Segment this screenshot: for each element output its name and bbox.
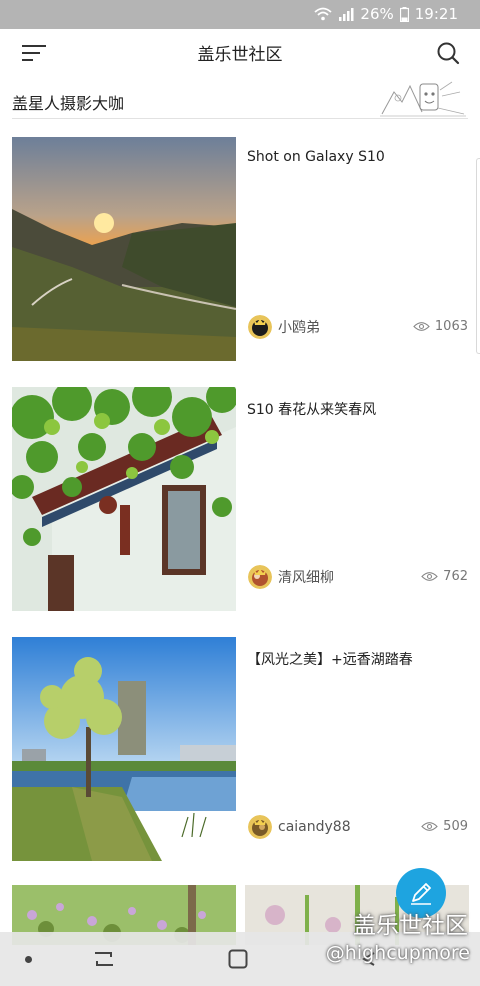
page-title: 盖乐世社区 (197, 45, 283, 65)
view-count: 762 (421, 569, 468, 584)
avatar (248, 815, 272, 839)
scroll-indicator[interactable] (476, 158, 480, 354)
author-name: 小鸥弟 (278, 320, 320, 336)
watermark-brand: 盖乐世社区 (353, 913, 468, 939)
section-title: 盖星人摄影大咖 (12, 94, 125, 113)
wifi-icon (314, 7, 333, 21)
author-name: 清风细柳 (278, 570, 334, 586)
post-author[interactable]: caiandy88 (248, 815, 351, 839)
battery-level: 26% (360, 5, 394, 23)
home-button[interactable] (228, 949, 248, 973)
app-header: 盖乐世社区 (0, 29, 480, 75)
post-card[interactable]: S10 春花从来笑春风 清风细柳 762 (12, 387, 480, 611)
watermark-handle: @highcupmore (325, 942, 470, 964)
home-icon (228, 949, 248, 969)
signal-icon (338, 7, 354, 21)
doodle-illustration (380, 78, 466, 118)
view-count-value: 762 (443, 569, 468, 584)
post-thumbnail[interactable] (12, 137, 236, 361)
recents-icon (95, 952, 113, 966)
post-thumbnail[interactable] (12, 387, 236, 611)
status-icons: 26% 19:21 (314, 5, 458, 23)
clock: 19:21 (414, 5, 458, 23)
eye-icon (413, 322, 430, 331)
post-author[interactable]: 小鸥弟 (248, 315, 320, 339)
post-author[interactable]: 清风细柳 (248, 565, 334, 589)
status-bar: 26% 19:21 (0, 0, 480, 29)
post-card[interactable]: 【风光之美】+远香湖踏春 caiandy88 509 (12, 637, 480, 861)
avatar (248, 565, 272, 589)
avatar (248, 315, 272, 339)
search-icon (437, 42, 460, 65)
view-count: 509 (421, 819, 468, 834)
battery-icon (399, 6, 409, 22)
recents-button[interactable] (93, 949, 115, 973)
eye-icon (421, 822, 438, 831)
view-count: 1063 (413, 319, 468, 334)
post-thumbnail[interactable] (12, 637, 236, 861)
post-title[interactable]: S10 春花从来笑春风 (247, 399, 376, 419)
view-count-value: 509 (443, 819, 468, 834)
nav-dot-icon[interactable] (25, 956, 32, 963)
divider (12, 118, 468, 119)
post-title[interactable]: Shot on Galaxy S10 (247, 149, 385, 165)
pencil-icon (411, 883, 431, 905)
eye-icon (421, 572, 438, 581)
search-button[interactable] (436, 41, 460, 65)
section-header: 盖星人摄影大咖 (0, 78, 480, 120)
author-name: caiandy88 (278, 819, 351, 835)
post-card[interactable]: Shot on Galaxy S10 小鸥弟 1063 (12, 137, 480, 361)
post-title[interactable]: 【风光之美】+远香湖踏春 (247, 649, 413, 669)
view-count-value: 1063 (434, 319, 468, 334)
